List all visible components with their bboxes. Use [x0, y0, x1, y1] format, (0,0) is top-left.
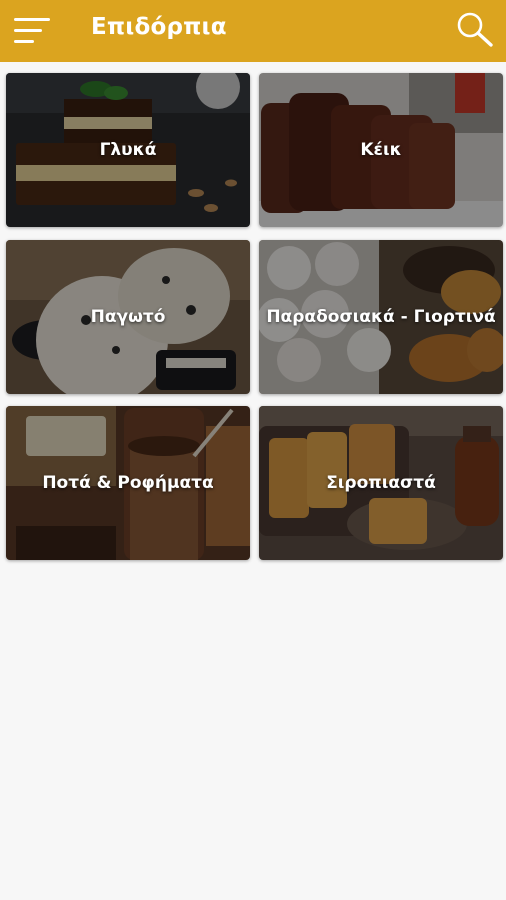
- category-card-traditional[interactable]: Παραδοσιακά - Γιορτινά: [259, 240, 503, 394]
- category-grid: Γλυκά Κέικ Παγωτό Παραδοσιακά - Γιορτινά…: [0, 0, 506, 900]
- category-card-cake[interactable]: Κέικ: [259, 73, 503, 227]
- category-label: Ποτά & Ροφήματα: [42, 473, 214, 493]
- category-card-syrupy[interactable]: Σιροπιαστά: [259, 406, 503, 560]
- category-label: Σιροπιαστά: [326, 473, 436, 493]
- category-label: Γλυκά: [99, 140, 157, 160]
- category-card-sweets[interactable]: Γλυκά: [6, 73, 250, 227]
- category-label: Παραδοσιακά - Γιορτινά: [266, 307, 496, 327]
- category-label: Παγωτό: [90, 307, 166, 327]
- category-card-ice-cream[interactable]: Παγωτό: [6, 240, 250, 394]
- category-label: Κέικ: [360, 140, 402, 160]
- category-card-drinks[interactable]: Ποτά & Ροφήματα: [6, 406, 250, 560]
